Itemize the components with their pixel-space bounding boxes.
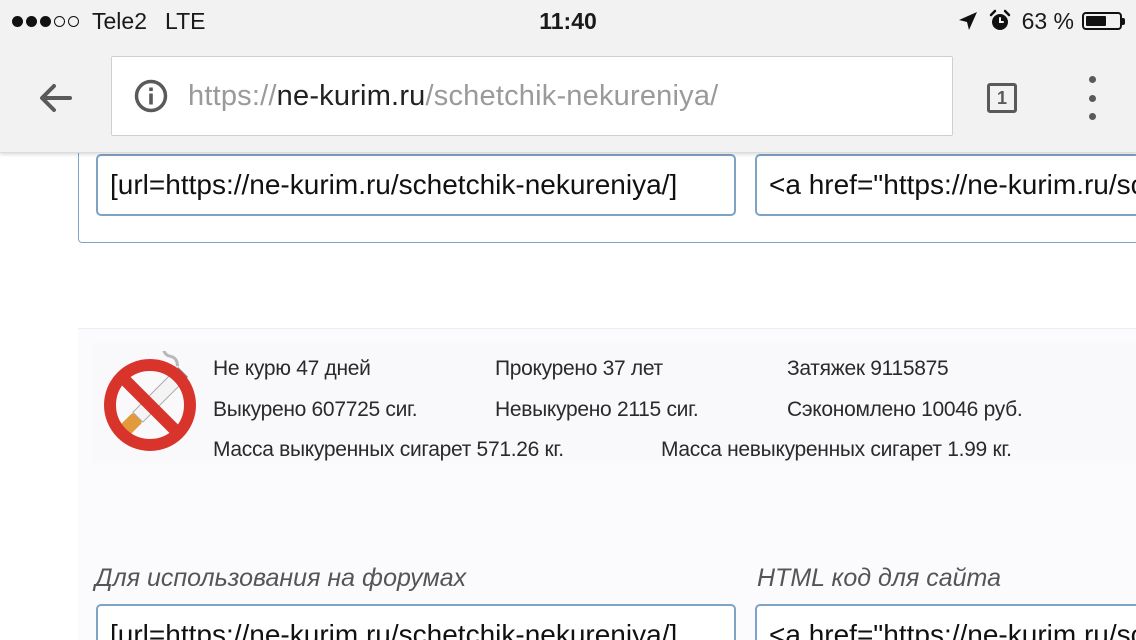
stat-money-saved: Сэкономлено 10046 руб. bbox=[787, 398, 1023, 421]
forum-code-field-top[interactable]: [url=https://ne-kurim.ru/schetchik-nekur… bbox=[96, 154, 736, 216]
tab-count: 1 bbox=[996, 87, 1007, 108]
status-right: 63 % bbox=[958, 7, 1125, 34]
browser-toolbar: https://ne-kurim.ru/schetchik-nekureniya… bbox=[0, 42, 1136, 153]
forum-usage-label: Для использования на форумах bbox=[95, 564, 467, 592]
stat-smoked-years: Прокурено 37 лет bbox=[495, 357, 663, 380]
html-code-label: HTML код для сайта bbox=[757, 564, 1001, 592]
stat-mass-not-smoked: Масса невыкуренных сигарет 1.99 кг. bbox=[661, 438, 1012, 461]
back-button[interactable] bbox=[30, 72, 82, 124]
stat-smoked-cigarettes: Выкурено 607725 сиг. bbox=[213, 398, 418, 421]
overflow-menu-icon[interactable] bbox=[1076, 76, 1108, 120]
counter-card[interactable]: Не курю 47 дней Прокурено 37 лет Затяжек… bbox=[92, 343, 1136, 463]
url-path: /schetchik-nekureniya/ bbox=[425, 79, 719, 112]
url-host: ne-kurim.ru bbox=[276, 79, 426, 112]
tabs-icon: 1 bbox=[987, 83, 1017, 113]
info-icon[interactable] bbox=[134, 79, 168, 113]
battery-icon bbox=[1082, 12, 1125, 30]
forum-code-field[interactable]: [url=https://ne-kurim.ru/schetchik-nekur… bbox=[96, 604, 736, 640]
stat-puffs: Затяжек 9115875 bbox=[787, 357, 949, 380]
battery-level-fill bbox=[1086, 16, 1107, 26]
status-bar: Tele2 LTE 11:40 63 % bbox=[0, 0, 1136, 42]
counter-panel: Не курю 47 дней Прокурено 37 лет Затяжек… bbox=[78, 328, 1136, 640]
page-content: [url=https://ne-kurim.ru/schetchik-nekur… bbox=[0, 152, 1136, 640]
battery-percent: 63 % bbox=[1021, 7, 1074, 34]
html-code-field-top[interactable]: <a href="https://ne-kurim.ru/schetchik-n… bbox=[755, 154, 1136, 216]
tabs-button[interactable]: 1 bbox=[984, 80, 1020, 116]
address-bar[interactable]: https://ne-kurim.ru/schetchik-nekureniya… bbox=[111, 56, 953, 136]
url-text[interactable]: https://ne-kurim.ru/schetchik-nekureniya… bbox=[188, 80, 718, 113]
stat-not-smoking-days: Не курю 47 дней bbox=[213, 357, 371, 380]
stat-mass-smoked: Масса выкуренных сигарет 571.26 кг. bbox=[213, 438, 564, 461]
location-arrow-icon bbox=[958, 12, 977, 30]
no-smoking-icon bbox=[104, 351, 196, 451]
back-arrow-icon bbox=[40, 84, 72, 112]
html-code-field[interactable]: <a href="https://ne-kurim.ru/schetchik-n… bbox=[755, 604, 1136, 640]
stat-not-smoked-cigarettes: Невыкурено 2115 сиг. bbox=[495, 398, 699, 421]
url-scheme: https:// bbox=[188, 79, 277, 112]
alarm-clock-icon bbox=[989, 9, 1010, 30]
